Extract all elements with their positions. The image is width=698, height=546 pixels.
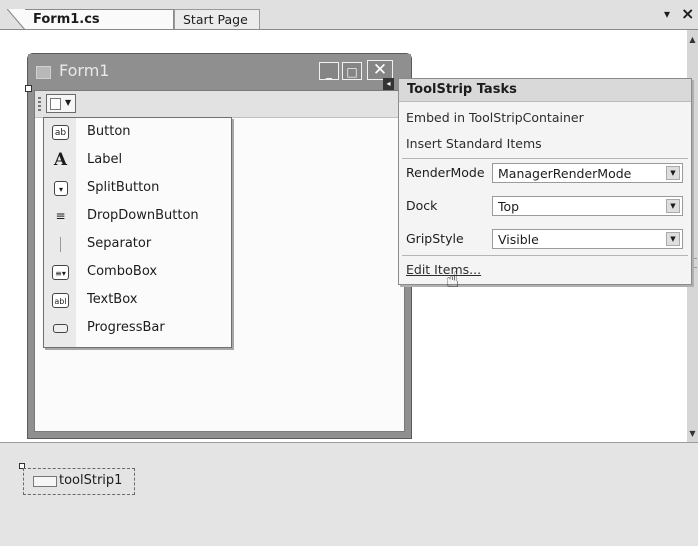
close-button[interactable]: ✕ xyxy=(367,60,393,80)
menu-item-label: TextBox xyxy=(87,292,138,307)
chevron-down-icon: ▼ xyxy=(65,98,72,107)
dock-value: Top xyxy=(498,199,520,214)
toolstrip[interactable]: ▼ xyxy=(35,91,404,118)
chevron-down-icon[interactable]: ▾ xyxy=(664,7,670,21)
edit-items-link[interactable]: Edit Items... xyxy=(406,262,481,277)
add-item-dropdown-menu: ab Button A Label ▾ SplitButton ≡ DropDo… xyxy=(43,117,232,348)
menu-item-label: DropDownButton xyxy=(87,208,199,223)
grip-style-label: GripStyle xyxy=(406,231,464,246)
menu-item-label-control[interactable]: A Label xyxy=(44,147,231,175)
panel-divider xyxy=(402,255,688,256)
tab-start-page[interactable]: Start Page xyxy=(174,9,260,29)
textbox-icon: abl xyxy=(52,293,69,308)
menu-item-combobox[interactable]: ≡▾ ComboBox xyxy=(44,259,231,287)
button-icon: ab xyxy=(52,125,69,140)
menu-item-label: Label xyxy=(87,152,123,167)
menu-item-button[interactable]: ab Button xyxy=(44,119,231,147)
menu-item-progressbar[interactable]: ProgressBar xyxy=(44,315,231,343)
separator-icon xyxy=(60,237,61,252)
combobox-icon: ≡▾ xyxy=(52,265,69,280)
toolstrip-grip[interactable] xyxy=(38,97,41,111)
scroll-down-icon[interactable]: ▼ xyxy=(687,428,698,440)
toolstrip-tasks-panel: ToolStrip Tasks Embed in ToolStripContai… xyxy=(398,78,692,285)
menu-item-label: ComboBox xyxy=(87,264,158,279)
menu-item-textbox[interactable]: abl TextBox xyxy=(44,287,231,315)
split-button-icon: ▾ xyxy=(54,181,68,196)
grip-style-select[interactable]: Visible ▼ xyxy=(492,229,683,249)
menu-item-label: ProgressBar xyxy=(87,320,165,335)
menu-item-label: Button xyxy=(87,124,131,139)
chevron-down-icon[interactable]: ▼ xyxy=(666,199,680,213)
minimize-button[interactable]: _ xyxy=(319,62,339,80)
menu-item-splitbutton[interactable]: ▾ SplitButton xyxy=(44,175,231,203)
tab-form1-design[interactable]: Form1.cs [Design]* xyxy=(7,9,174,47)
form-titlebar: Form1 _ □ ✕ xyxy=(28,54,411,88)
form-title: Form1 xyxy=(59,61,110,80)
menu-item-dropdownbutton[interactable]: ≡ DropDownButton xyxy=(44,203,231,231)
hand-cursor-icon: ☝ xyxy=(446,268,460,293)
menu-item-label: SplitButton xyxy=(87,180,160,195)
progressbar-icon xyxy=(53,324,68,333)
form-app-icon xyxy=(36,66,51,79)
document-tab-strip: Form1.cs [Design]* Start Page ▾ × xyxy=(0,0,698,47)
maximize-button[interactable]: □ xyxy=(342,62,362,80)
render-mode-value: ManagerRenderMode xyxy=(498,166,632,181)
scroll-up-icon[interactable]: ▲ xyxy=(687,34,698,46)
panel-header: ToolStrip Tasks xyxy=(399,79,691,102)
render-mode-label: RenderMode xyxy=(406,165,485,180)
new-item-icon xyxy=(50,98,61,110)
menu-item-separator[interactable]: Separator xyxy=(44,231,231,259)
panel-divider xyxy=(402,158,688,159)
grip-style-value: Visible xyxy=(498,232,539,247)
label-icon: A xyxy=(53,150,68,170)
chevron-down-icon[interactable]: ▼ xyxy=(666,166,680,180)
tray-component-label: toolStrip1 xyxy=(59,473,123,488)
tray-component-toolstrip1[interactable]: toolStrip1 xyxy=(23,468,135,495)
dock-select[interactable]: Top ▼ xyxy=(492,196,683,216)
render-mode-select[interactable]: ManagerRenderMode ▼ xyxy=(492,163,683,183)
dropdown-button-icon: ≡ xyxy=(55,209,66,223)
dock-label: Dock xyxy=(406,198,438,213)
insert-standard-items-link[interactable]: Insert Standard Items xyxy=(406,136,542,151)
menu-item-label: Separator xyxy=(87,236,152,251)
selection-handle[interactable] xyxy=(25,85,32,92)
embed-in-container-link[interactable]: Embed in ToolStripContainer xyxy=(406,110,584,125)
chevron-down-icon[interactable]: ▼ xyxy=(666,232,680,246)
toolstrip-icon xyxy=(33,476,57,487)
add-toolstrip-item-button[interactable]: ▼ xyxy=(46,94,76,113)
smart-tag-glyph-icon[interactable]: ◂ xyxy=(383,78,394,90)
close-icon[interactable]: × xyxy=(681,4,694,23)
panel-title: ToolStrip Tasks xyxy=(407,82,517,97)
